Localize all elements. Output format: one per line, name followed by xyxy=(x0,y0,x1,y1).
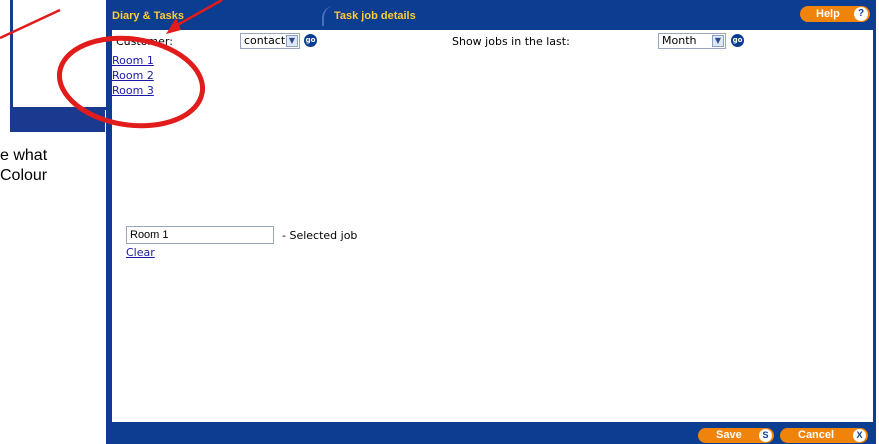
selected-job-field[interactable]: Room 1 xyxy=(126,226,274,244)
help-button[interactable]: Help ? xyxy=(800,6,870,22)
jobs-period-label: Show jobs in the last: xyxy=(452,35,570,48)
cancel-key-icon: X xyxy=(853,429,866,442)
save-label: Save xyxy=(716,429,742,441)
room-link-2[interactable]: Room 2 xyxy=(112,69,154,82)
customer-select-value: contact xyxy=(244,34,286,47)
app-window: Diary & Tasks Task job details Help ? Cu… xyxy=(106,0,876,444)
room-link-3[interactable]: Room 3 xyxy=(112,84,154,97)
customer-select[interactable]: contact ▼ xyxy=(240,33,300,49)
help-label: Help xyxy=(816,8,840,20)
clear-link[interactable]: Clear xyxy=(126,246,155,259)
jobs-period-select-value: Month xyxy=(662,34,697,47)
jobs-period-select[interactable]: Month ▼ xyxy=(658,33,726,49)
background-document-bar xyxy=(10,110,105,132)
help-icon: ? xyxy=(854,7,868,21)
save-button[interactable]: Save S xyxy=(698,428,774,443)
save-key-icon: S xyxy=(759,429,772,442)
customer-go-button[interactable]: go xyxy=(304,34,317,47)
cancel-button[interactable]: Cancel X xyxy=(780,428,868,443)
room-link-1[interactable]: Room 1 xyxy=(112,54,154,67)
tab-diary-and-tasks[interactable]: Diary & Tasks xyxy=(106,6,324,26)
background-document-text: e what Colour xyxy=(0,147,48,184)
background-document-frame xyxy=(10,0,110,110)
tab-bar: Diary & Tasks Task job details Help ? xyxy=(106,0,876,26)
chevron-down-icon: ▼ xyxy=(286,35,298,47)
cancel-label: Cancel xyxy=(798,429,835,441)
chevron-down-icon: ▼ xyxy=(712,35,724,47)
tab-task-job-details[interactable]: Task job details xyxy=(322,6,722,26)
customer-label: Customer: xyxy=(116,35,173,48)
main-content: Customer: contact ▼ go Show jobs in the … xyxy=(112,30,873,422)
jobs-period-go-button[interactable]: go xyxy=(731,34,744,47)
selected-job-label: - Selected job xyxy=(282,229,358,242)
